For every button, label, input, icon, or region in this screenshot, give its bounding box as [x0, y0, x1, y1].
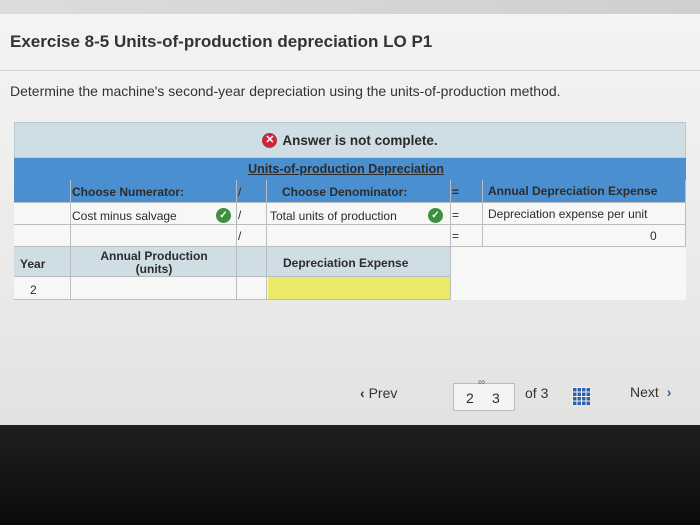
numerator-select[interactable]: Cost minus salvage: [72, 209, 177, 223]
page-count: of 3: [525, 385, 549, 401]
year-header: Year: [20, 257, 46, 271]
slash-3: /: [238, 229, 242, 243]
link-icon: ∞: [478, 377, 486, 388]
next-label: Next: [630, 384, 659, 400]
equals-3: =: [452, 229, 460, 243]
next-page-number: 3: [492, 390, 500, 406]
numerator-check-icon: ✓: [216, 208, 231, 223]
year-value: 2: [30, 283, 37, 297]
current-page: 2: [466, 390, 474, 406]
instruction-text: Determine the machine's second-year depr…: [10, 83, 561, 99]
annual-production-input[interactable]: [72, 278, 234, 298]
x-circle-icon: ✕: [262, 132, 278, 148]
result-amount: 0: [650, 229, 657, 243]
grid-icon[interactable]: [572, 387, 590, 405]
table-caption: Units-of-production Depreciation: [248, 162, 444, 176]
page-number-box[interactable]: ∞ 2 3: [453, 377, 515, 411]
grid-line: [266, 180, 267, 300]
depreciation-expense-input[interactable]: [268, 277, 450, 299]
grid-line: [14, 224, 686, 225]
desk-background: [0, 425, 700, 525]
grid-line: [70, 180, 71, 300]
grid-line: [236, 180, 237, 300]
grid-line: [14, 299, 450, 300]
denominator-select[interactable]: Total units of production: [270, 209, 397, 223]
slash-1: /: [238, 185, 242, 199]
status-banner: ✕ Answer is not complete.: [14, 122, 686, 158]
equals-2: =: [452, 208, 460, 222]
depreciation-table: Units-of-production Depreciation Choose …: [14, 158, 686, 300]
divider: [0, 70, 700, 71]
result-label: Depreciation expense per unit: [488, 207, 648, 221]
denominator-header: Choose Denominator:: [282, 185, 408, 199]
top-strip: [0, 0, 700, 14]
annual-production-header: Annual Production (units): [100, 249, 208, 276]
exercise-title: Exercise 8-5 Units-of-production depreci…: [10, 32, 433, 51]
grid-line: [482, 180, 483, 246]
chevron-left-icon: ‹: [360, 385, 365, 401]
next-button[interactable]: Next ›: [630, 384, 671, 400]
slash-2: /: [238, 208, 242, 222]
grid-line: [14, 246, 686, 247]
result-header: Annual Depreciation Expense: [488, 184, 658, 198]
chevron-right-icon: ›: [666, 384, 672, 400]
numerator-header: Choose Numerator:: [72, 185, 185, 199]
grid-line: [14, 276, 450, 277]
depreciation-expense-header: Depreciation Expense: [283, 256, 409, 270]
status-text: Answer is not complete.: [282, 132, 438, 148]
equals-1: =: [452, 185, 460, 199]
page: Exercise 8-5 Units-of-production depreci…: [0, 0, 700, 425]
denominator-check-icon: ✓: [428, 208, 443, 223]
prev-button[interactable]: ‹ Prev: [360, 385, 397, 401]
grid-line: [14, 202, 686, 203]
grid-line: [450, 180, 451, 300]
grid-line: [685, 180, 686, 246]
prev-label: Prev: [368, 385, 398, 401]
